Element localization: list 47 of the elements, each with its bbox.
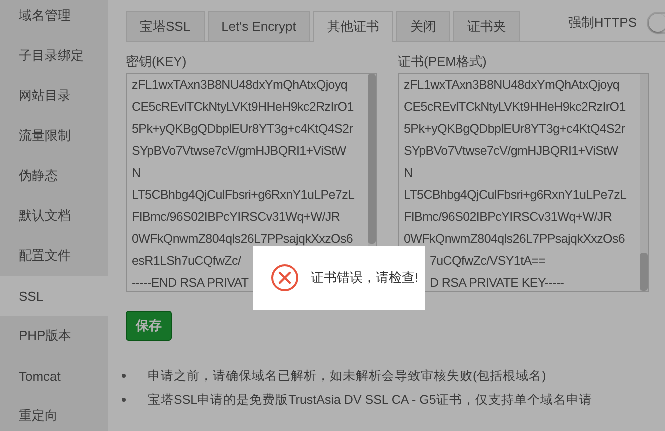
scrollbar[interactable] <box>640 74 648 291</box>
tab[interactable]: 证书夹 <box>453 11 520 41</box>
toggle-label: 强制HTTPS <box>568 14 637 32</box>
bullet-icon <box>122 398 126 402</box>
sidebar-item[interactable]: 域名管理 <box>0 0 108 36</box>
text-line: 0WFkQnwmZ804qls26L7PPsajqkXxzOs6 <box>404 231 626 248</box>
save-button[interactable]: 保存 <box>126 311 172 341</box>
field-label: 证书(PEM格式) <box>398 54 488 70</box>
text-line: N <box>132 165 141 182</box>
field-label: 密钥(KEY) <box>126 54 188 70</box>
text-line: -----END RSA PRIVAT <box>132 275 249 291</box>
note-text: 宝塔SSL申请的是免费版TrustAsia DV SSL CA - G5证书，仅支持单个域名申请 <box>148 392 592 409</box>
toast-message: 证书错误，请检查! <box>311 269 419 287</box>
text-line: 7uCQfwZc/VSY1tA== <box>430 253 546 270</box>
text-line: SYpBVo7Vtwse7cV/gmHJBQRI1+ViStW <box>404 143 618 160</box>
error-icon <box>271 264 299 292</box>
text-line: CE5cREvlTCkNtyLVKt9HHeH9kc2RzIrO1 <box>132 99 354 116</box>
tab[interactable]: Let's Encrypt <box>208 11 310 41</box>
sidebar-item[interactable]: 流量限制 <box>0 116 108 156</box>
sidebar-item[interactable]: 子目录绑定 <box>0 36 108 76</box>
text-line: SYpBVo7Vtwse7cV/gmHJBQRI1+ViStW <box>132 143 346 160</box>
sidebar-item[interactable]: 伪静态 <box>0 156 108 196</box>
tab[interactable]: 宝塔SSL <box>126 11 205 41</box>
text-line: N <box>404 165 413 182</box>
tab[interactable]: 其他证书 <box>313 11 394 42</box>
text-line: esR1LSh7uCQfwZc/ <box>132 253 242 270</box>
text-line: FIBmc/96S02IBPcYIRSCv31Wq+W/JR <box>404 209 612 226</box>
text-line: 5Pk+yQKBgQDbplEUr8YT3g+c4KtQ4S2r <box>404 121 626 138</box>
text-line: D RSA PRIVATE KEY----- <box>430 275 564 291</box>
sidebar-item[interactable]: 重定向 <box>0 396 108 431</box>
text-line: LT5CBhbg4QjCulFbsri+g6RxnY1uLPe7zL <box>404 187 627 204</box>
note-text: 申请之前，请确保域名已解析，如未解析会导致审核失败(包括根域名) <box>148 368 546 385</box>
tab[interactable]: 关闭 <box>396 11 450 41</box>
text-line: zFL1wxTAxn3B8NU48dxYmQhAtxQjoyq <box>132 77 348 94</box>
sidebar-item[interactable]: 配置文件 <box>0 236 108 276</box>
sidebar-item[interactable]: 网站目录 <box>0 76 108 116</box>
text-line: 0WFkQnwmZ804qls26L7PPsajqkXxzOs6 <box>132 231 354 248</box>
text-line: CE5cREvlTCkNtyLVKt9HHeH9kc2RzIrO1 <box>404 99 626 116</box>
sidebar-item[interactable]: PHP版本 <box>0 316 108 356</box>
text-line: 5Pk+yQKBgQDbplEUr8YT3g+c4KtQ4S2r <box>132 121 354 138</box>
sidebar-item[interactable]: SSL <box>0 276 108 316</box>
sidebar-item[interactable]: 默认文档 <box>0 196 108 236</box>
sidebar-item[interactable]: Tomcat <box>0 356 108 396</box>
text-line: zFL1wxTAxn3B8NU48dxYmQhAtxQjoyq <box>404 77 620 94</box>
text-line: LT5CBhbg4QjCulFbsri+g6RxnY1uLPe7zL <box>132 187 355 204</box>
text-line: FIBmc/96S02IBPcYIRSCv31Wq+W/JR <box>132 209 340 226</box>
bullet-icon <box>122 374 126 378</box>
